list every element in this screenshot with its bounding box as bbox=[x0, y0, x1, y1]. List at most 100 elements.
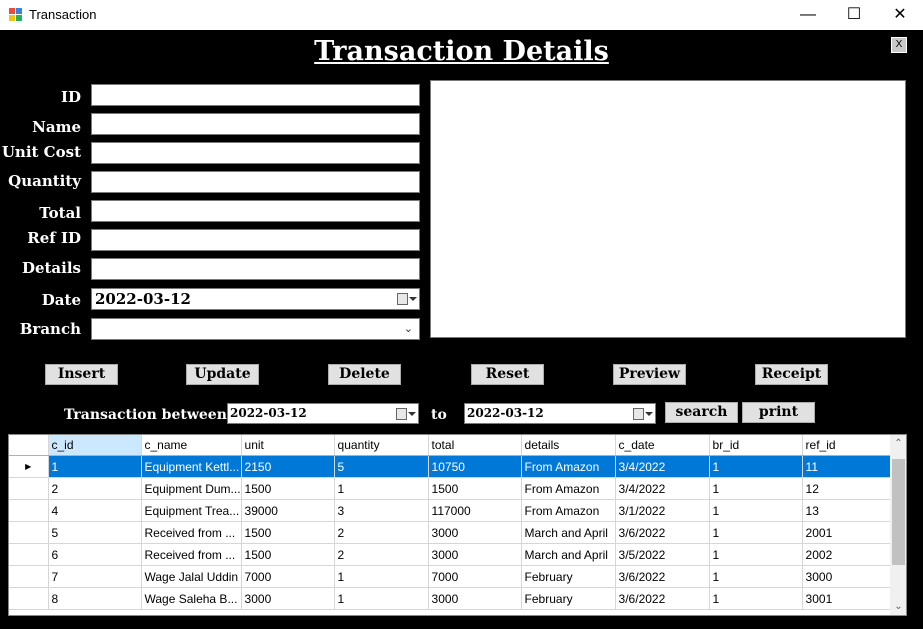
table-row[interactable]: ▶ 1 Equipment Kettl... 2150 5 10750 From Amazo… bbox=[9, 455, 897, 478]
table-row[interactable]: 7 Wage Jalal Uddin 7000 1 7000 February 3/6/20… bbox=[9, 565, 897, 588]
grid-cell-quantity[interactable]: 5 bbox=[334, 455, 429, 478]
row-header[interactable] bbox=[9, 521, 49, 544]
grid-cell-c_name[interactable]: Equipment Trea... bbox=[141, 499, 242, 522]
grid-cell-total[interactable]: 7000 bbox=[428, 565, 522, 588]
current-row-arrow-icon[interactable]: ▶ bbox=[9, 455, 49, 478]
grid-cell-total[interactable]: 117000 bbox=[428, 499, 522, 522]
unit-cost-field[interactable] bbox=[91, 142, 420, 164]
name-field[interactable] bbox=[91, 113, 420, 135]
grid-cell-br_id[interactable]: 1 bbox=[709, 587, 803, 610]
grid-cell-details[interactable]: From Amazon bbox=[521, 455, 616, 478]
grid-cell-details[interactable]: From Amazon bbox=[521, 477, 616, 500]
grid-cell-unit[interactable]: 3000 bbox=[241, 587, 335, 610]
grid-cell-br_id[interactable]: 1 bbox=[709, 455, 803, 478]
grid-cell-c_name[interactable]: Wage Saleha B... bbox=[141, 587, 242, 610]
grid-cell-total[interactable]: 3000 bbox=[428, 543, 522, 566]
grid-cell-c_date[interactable]: 3/5/2022 bbox=[615, 543, 710, 566]
print-button[interactable]: print bbox=[742, 402, 815, 423]
grid-cell-c_date[interactable]: 3/6/2022 bbox=[615, 565, 710, 588]
vertical-scrollbar[interactable]: ⌃ ⌄ bbox=[890, 435, 906, 615]
reset-button[interactable]: Reset bbox=[471, 364, 544, 385]
grid-cell-br_id[interactable]: 1 bbox=[709, 477, 803, 500]
grid-cell-quantity[interactable]: 1 bbox=[334, 565, 429, 588]
grid-cell-details[interactable]: From Amazon bbox=[521, 499, 616, 522]
id-field[interactable] bbox=[91, 84, 420, 106]
grid-cell-c_id[interactable]: 4 bbox=[48, 499, 142, 522]
grid-cell-details[interactable]: March and April bbox=[521, 543, 616, 566]
receipt-button[interactable]: Receipt bbox=[755, 364, 828, 385]
grid-cell-c_name[interactable]: Equipment Kettl... bbox=[141, 455, 242, 478]
close-form-button[interactable]: X bbox=[891, 37, 907, 53]
column-header[interactable]: ref_id bbox=[802, 435, 897, 456]
table-row[interactable]: 2 Equipment Dum... 1500 1 1500 From Amazon 3/4… bbox=[9, 477, 897, 500]
grid-cell-c_id[interactable]: 5 bbox=[48, 521, 142, 544]
column-header[interactable]: c_id bbox=[48, 435, 142, 456]
delete-button[interactable]: Delete bbox=[328, 364, 401, 385]
column-header[interactable]: br_id bbox=[709, 435, 803, 456]
grid-cell-unit[interactable]: 1500 bbox=[241, 477, 335, 500]
preview-button[interactable]: Preview bbox=[613, 364, 686, 385]
grid-cell-c_name[interactable]: Received from ... bbox=[141, 543, 242, 566]
calendar-dropdown-icon[interactable] bbox=[396, 408, 416, 420]
calendar-dropdown-icon[interactable] bbox=[633, 408, 653, 420]
grid-cell-c_date[interactable]: 3/6/2022 bbox=[615, 587, 710, 610]
date-picker[interactable]: 2022-03-12 bbox=[91, 288, 420, 310]
grid-cell-ref_id[interactable]: 13 bbox=[802, 499, 897, 522]
row-header[interactable] bbox=[9, 565, 49, 588]
grid-cell-ref_id[interactable]: 11 bbox=[802, 455, 897, 478]
calendar-dropdown-icon[interactable] bbox=[397, 293, 417, 305]
grid-cell-details[interactable]: February bbox=[521, 565, 616, 588]
grid-cell-c_id[interactable]: 6 bbox=[48, 543, 142, 566]
grid-cell-br_id[interactable]: 1 bbox=[709, 499, 803, 522]
column-header[interactable]: c_date bbox=[615, 435, 710, 456]
table-row[interactable]: 4 Equipment Trea... 39000 3 117000 From Amazo… bbox=[9, 499, 897, 522]
grid-cell-ref_id[interactable]: 3000 bbox=[802, 565, 897, 588]
row-header[interactable] bbox=[9, 587, 49, 610]
grid-cell-c_name[interactable]: Wage Jalal Uddin bbox=[141, 565, 242, 588]
grid-cell-total[interactable]: 10750 bbox=[428, 455, 522, 478]
grid-cell-c_id[interactable]: 2 bbox=[48, 477, 142, 500]
column-header[interactable]: total bbox=[428, 435, 522, 456]
grid-cell-ref_id[interactable]: 3001 bbox=[802, 587, 897, 610]
grid-cell-total[interactable]: 3000 bbox=[428, 521, 522, 544]
grid-cell-c_id[interactable]: 7 bbox=[48, 565, 142, 588]
from-date-picker[interactable]: 2022-03-12 bbox=[227, 403, 419, 424]
insert-button[interactable]: Insert bbox=[45, 364, 118, 385]
grid-cell-c_name[interactable]: Received from ... bbox=[141, 521, 242, 544]
grid-cell-c_name[interactable]: Equipment Dum... bbox=[141, 477, 242, 500]
minimize-button[interactable]: — bbox=[785, 0, 831, 30]
grid-cell-unit[interactable]: 2150 bbox=[241, 455, 335, 478]
grid-cell-unit[interactable]: 1500 bbox=[241, 543, 335, 566]
search-button[interactable]: search bbox=[665, 402, 738, 423]
grid-cell-quantity[interactable]: 2 bbox=[334, 543, 429, 566]
grid-cell-br_id[interactable]: 1 bbox=[709, 521, 803, 544]
to-date-picker[interactable]: 2022-03-12 bbox=[464, 403, 656, 424]
ref-id-field[interactable] bbox=[91, 229, 420, 251]
grid-cell-c_date[interactable]: 3/4/2022 bbox=[615, 455, 710, 478]
row-header[interactable] bbox=[9, 543, 49, 566]
grid-cell-total[interactable]: 1500 bbox=[428, 477, 522, 500]
column-header[interactable]: c_name bbox=[141, 435, 242, 456]
grid-cell-details[interactable]: February bbox=[521, 587, 616, 610]
grid-cell-c_date[interactable]: 3/4/2022 bbox=[615, 477, 710, 500]
grid-cell-c_id[interactable]: 1 bbox=[48, 455, 142, 478]
update-button[interactable]: Update bbox=[186, 364, 259, 385]
close-window-button[interactable]: ✕ bbox=[877, 0, 923, 30]
table-row[interactable]: 5 Received from ... 1500 2 3000 March and Apr… bbox=[9, 521, 897, 544]
scroll-up-icon[interactable]: ⌃ bbox=[890, 435, 906, 452]
grid-cell-ref_id[interactable]: 2001 bbox=[802, 521, 897, 544]
table-row[interactable]: 6 Received from ... 1500 2 3000 March and Apr… bbox=[9, 543, 897, 566]
grid-cell-br_id[interactable]: 1 bbox=[709, 543, 803, 566]
grid-cell-c_id[interactable]: 8 bbox=[48, 587, 142, 610]
quantity-field[interactable] bbox=[91, 171, 420, 193]
grid-cell-total[interactable]: 3000 bbox=[428, 587, 522, 610]
grid-cell-br_id[interactable]: 1 bbox=[709, 565, 803, 588]
grid-cell-unit[interactable]: 1500 bbox=[241, 521, 335, 544]
grid-cell-ref_id[interactable]: 2002 bbox=[802, 543, 897, 566]
grid-cell-unit[interactable]: 39000 bbox=[241, 499, 335, 522]
grid-cell-quantity[interactable]: 2 bbox=[334, 521, 429, 544]
scroll-thumb[interactable] bbox=[892, 459, 905, 565]
grid-cell-unit[interactable]: 7000 bbox=[241, 565, 335, 588]
column-header[interactable]: unit bbox=[241, 435, 335, 456]
scroll-down-icon[interactable]: ⌄ bbox=[890, 598, 906, 615]
